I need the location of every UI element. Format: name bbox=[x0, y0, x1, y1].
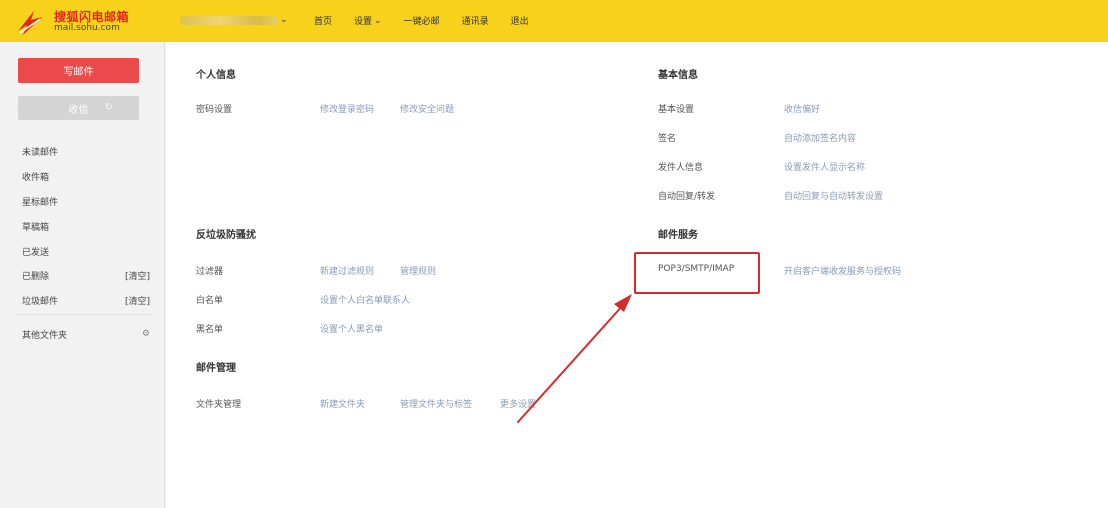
row-label-folder-manage: 文件夹管理 bbox=[196, 400, 242, 410]
link-manage-filter[interactable]: 管理规则 bbox=[400, 264, 436, 277]
sidebar-item-label: 已删除 bbox=[22, 271, 50, 282]
sidebar-item-spam[interactable]: 垃圾邮件 [清空] bbox=[22, 293, 150, 307]
refresh-icon: ↻ bbox=[104, 102, 113, 113]
account-menu[interactable]: ⌄ bbox=[180, 13, 288, 27]
receive-label: 收信 bbox=[68, 104, 89, 116]
section-title-basic: 基本信息 bbox=[658, 70, 698, 81]
link-client-service[interactable]: 开启客户端收发服务与授权码 bbox=[784, 264, 901, 277]
chevron-down-icon: ⌄ bbox=[374, 15, 382, 26]
nav-address-book[interactable]: 通讯录 bbox=[462, 14, 489, 27]
link-manage-folders[interactable]: 管理文件夹与标签 bbox=[400, 397, 472, 410]
link-security-question[interactable]: 修改安全问题 bbox=[400, 102, 454, 115]
row-label-basic-settings: 基本设置 bbox=[658, 105, 695, 115]
nav-one-click[interactable]: 一键必邮 bbox=[404, 14, 440, 27]
sidebar-item-drafts[interactable]: 草稿箱 bbox=[22, 219, 150, 233]
chevron-down-icon: ⌄ bbox=[280, 15, 288, 25]
link-whitelist[interactable]: 设置个人白名单联系人 bbox=[320, 293, 410, 306]
clear-deleted-link[interactable]: [清空] bbox=[125, 269, 150, 282]
account-name-blurred bbox=[180, 15, 278, 25]
row-label-signature: 签名 bbox=[658, 134, 677, 144]
nav-home[interactable]: 首页 bbox=[314, 14, 332, 27]
sidebar-item-label: 其他文件夹 bbox=[22, 330, 68, 341]
settings-panel: 个人信息 密码设置 修改登录密码 修改安全问题 基本信息 基本设置 收信偏好 签… bbox=[166, 42, 1108, 508]
row-label-filter: 过滤器 bbox=[196, 267, 224, 277]
section-title-anti-spam: 反垃圾防骚扰 bbox=[196, 230, 256, 241]
sidebar-item-unread[interactable]: 未读邮件 bbox=[22, 144, 150, 158]
sidebar-item-label: 垃圾邮件 bbox=[22, 296, 59, 307]
write-mail-button[interactable]: 写邮件 bbox=[18, 58, 139, 83]
sohu-logo[interactable]: 搜狐闪电邮箱 mail.sohu.com bbox=[14, 5, 134, 37]
sidebar-item-starred[interactable]: 星标邮件 bbox=[22, 194, 150, 208]
sidebar-item-label: 已发送 bbox=[22, 247, 50, 258]
receive-mail-button[interactable]: 收信 ↻ bbox=[18, 96, 139, 120]
logo-domain: mail.sohu.com bbox=[54, 23, 120, 33]
row-label-whitelist: 白名单 bbox=[196, 296, 224, 306]
link-signature[interactable]: 自动添加签名内容 bbox=[784, 131, 856, 144]
row-label-password: 密码设置 bbox=[196, 105, 233, 115]
link-blacklist[interactable]: 设置个人黑名单 bbox=[320, 322, 383, 335]
nav-logout[interactable]: 退出 bbox=[511, 14, 529, 27]
top-header: 搜狐闪电邮箱 mail.sohu.com ⌄ 首页 设置 ⌄ 一键必邮 通讯录 … bbox=[0, 0, 1108, 42]
sidebar-item-label: 星标邮件 bbox=[22, 197, 59, 208]
sidebar-item-other-folders[interactable]: 其他文件夹 ⚙ bbox=[22, 327, 150, 341]
row-label-blacklist: 黑名单 bbox=[196, 325, 224, 335]
gear-icon[interactable]: ⚙ bbox=[142, 329, 150, 339]
link-new-folder[interactable]: 新建文件夹 bbox=[320, 397, 365, 410]
section-title-mail-service: 邮件服务 bbox=[658, 230, 698, 241]
section-title-personal: 个人信息 bbox=[196, 70, 236, 81]
top-nav: 首页 设置 ⌄ 一键必邮 通讯录 退出 bbox=[314, 14, 551, 28]
nav-settings-label: 设置 bbox=[354, 17, 373, 27]
row-label-auto-reply: 自动回复/转发 bbox=[658, 192, 716, 202]
sidebar-item-label: 收件箱 bbox=[22, 172, 50, 183]
link-sender[interactable]: 设置发件人显示名称 bbox=[784, 160, 865, 173]
sidebar-divider bbox=[14, 314, 152, 315]
sidebar-item-deleted[interactable]: 已删除 [清空] bbox=[22, 268, 150, 282]
sidebar-item-label: 未读邮件 bbox=[22, 147, 59, 158]
highlight-annotation-box bbox=[634, 252, 760, 294]
link-auto-reply[interactable]: 自动回复与自动转发设置 bbox=[784, 189, 883, 202]
row-label-sender: 发件人信息 bbox=[658, 163, 704, 173]
link-new-filter[interactable]: 新建过滤规则 bbox=[320, 264, 374, 277]
section-title-mail-manage: 邮件管理 bbox=[196, 363, 236, 374]
clear-spam-link[interactable]: [清空] bbox=[125, 294, 150, 307]
link-change-password[interactable]: 修改登录密码 bbox=[320, 102, 374, 115]
lightning-logo-icon bbox=[14, 5, 48, 37]
sidebar: 写邮件 收信 ↻ 未读邮件 收件箱 星标邮件 草稿箱 已发送 已删除 [清空] … bbox=[0, 42, 165, 508]
sidebar-item-inbox[interactable]: 收件箱 bbox=[22, 169, 150, 183]
sidebar-item-label: 草稿箱 bbox=[22, 222, 50, 233]
nav-settings[interactable]: 设置 ⌄ bbox=[354, 14, 382, 28]
link-more-settings[interactable]: 更多设置 bbox=[500, 397, 536, 410]
sidebar-item-sent[interactable]: 已发送 bbox=[22, 244, 150, 258]
link-basic-settings[interactable]: 收信偏好 bbox=[784, 102, 820, 115]
